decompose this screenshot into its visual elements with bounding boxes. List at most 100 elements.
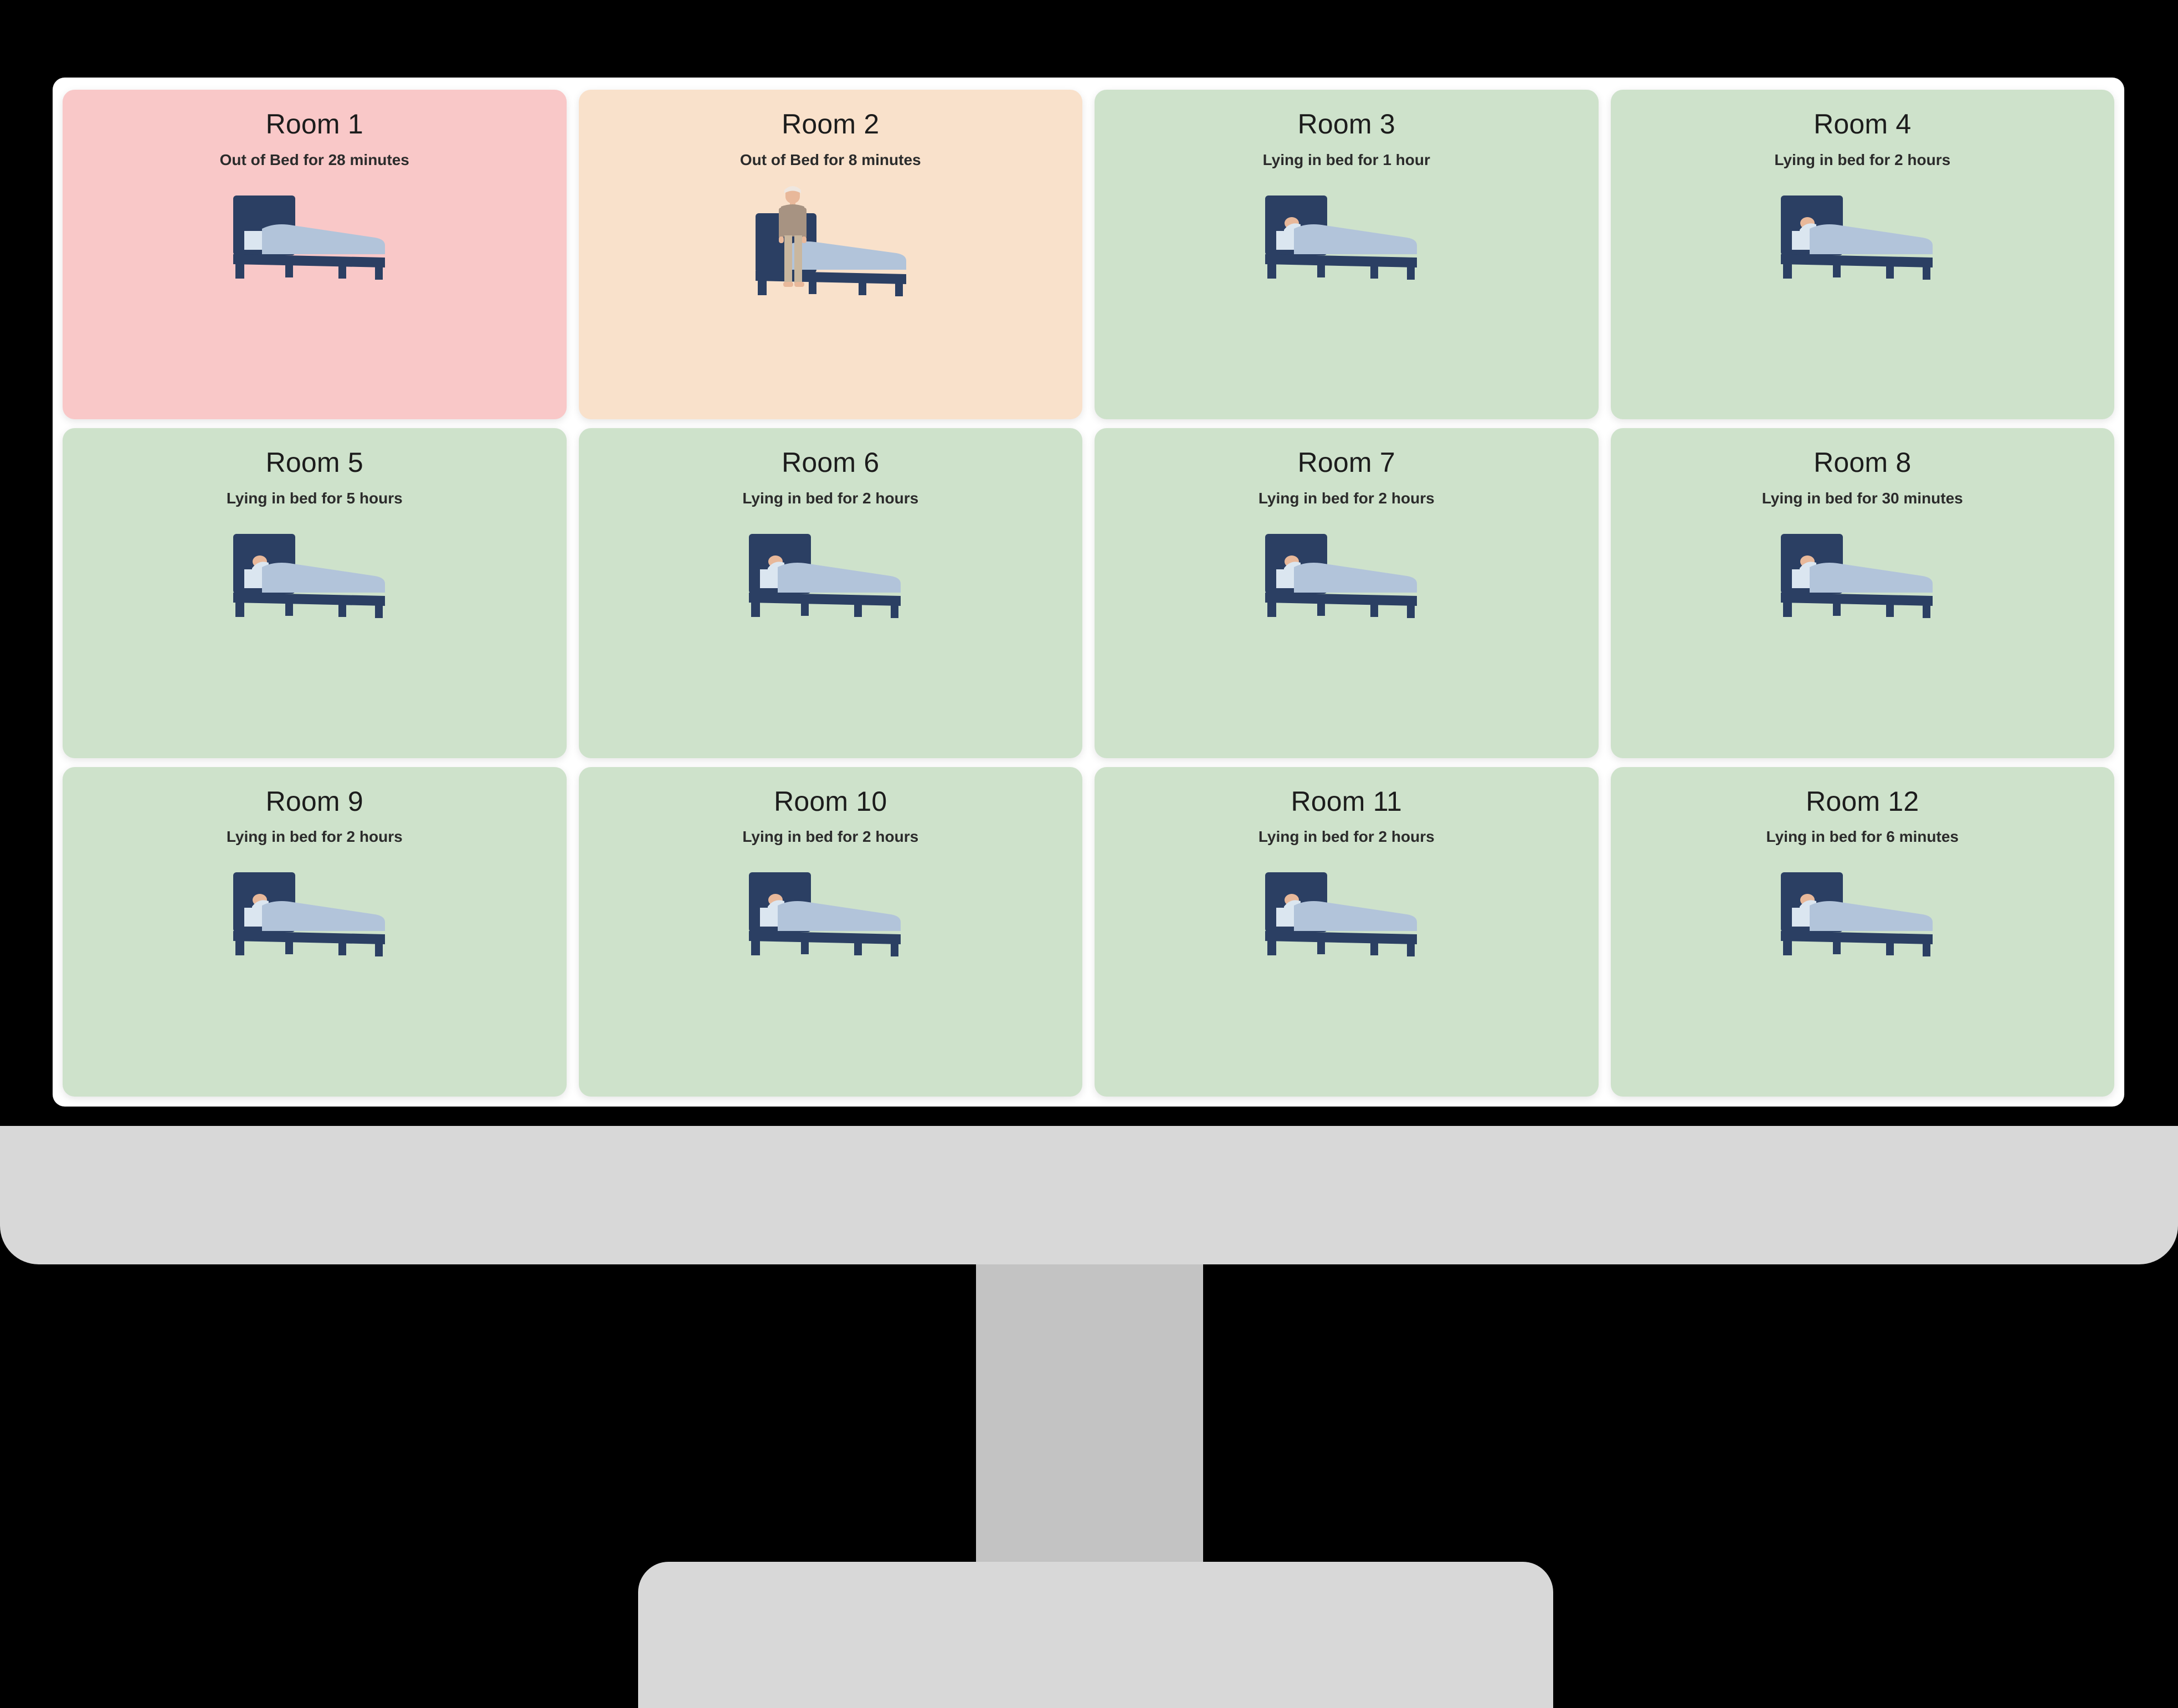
person-arm-left — [779, 207, 784, 239]
bed-leg — [1886, 600, 1894, 617]
room-title: Room 8 — [1814, 447, 1912, 479]
monitor-frame: Room 1 Out of Bed for 28 minutes Room 2 Ou… — [0, 0, 2178, 1708]
bed-rail — [749, 931, 901, 945]
room-title: Room 5 — [265, 447, 363, 479]
monitor-stand-neck — [976, 1264, 1203, 1566]
person-hand-right — [802, 236, 807, 243]
bed-leg — [1267, 592, 1276, 617]
bed-leg — [338, 600, 346, 617]
bed-leg — [1783, 254, 1792, 279]
room-title: Room 3 — [1297, 109, 1395, 140]
bed-leg — [801, 937, 809, 955]
bed-mattress — [787, 241, 907, 270]
bed-blanket — [1293, 224, 1417, 254]
room-card[interactable]: Room 1 Out of Bed for 28 minutes — [63, 90, 567, 420]
bed-leg — [1406, 940, 1415, 957]
empty-bed-icon-container — [223, 189, 406, 300]
bed-leg — [758, 270, 767, 295]
bed-leg — [1267, 931, 1276, 956]
occupied-bed-icon-container — [739, 527, 922, 638]
room-card[interactable]: Room 9 Lying in bed for 2 hours — [63, 766, 567, 1097]
bed-leg — [285, 937, 293, 955]
bed-blanket — [778, 901, 901, 932]
bed-rail — [1781, 931, 1933, 945]
bed-leg — [1370, 261, 1378, 279]
occupied-bed-icon — [1781, 872, 1933, 957]
room-card[interactable]: Room 8 Lying in bed for 30 minutes — [1610, 428, 2114, 758]
bed-leg — [285, 598, 293, 616]
bed-leg — [1783, 931, 1792, 956]
bed-leg — [1406, 601, 1415, 618]
room-title: Room 4 — [1814, 109, 1912, 140]
bed-leg — [1317, 259, 1325, 277]
room-card[interactable]: Room 10 Lying in bed for 2 hours — [578, 766, 1082, 1097]
dashboard-screen: Room 1 Out of Bed for 28 minutes Room 2 Ou… — [53, 78, 2124, 1107]
room-card[interactable]: Room 5 Lying in bed for 5 hours — [63, 428, 567, 758]
bed-blanket — [261, 224, 385, 254]
bed-blanket — [1810, 562, 1933, 593]
room-status-text: Lying in bed for 2 hours — [1258, 489, 1435, 507]
bed-blanket — [261, 562, 385, 593]
room-status-text: Lying in bed for 2 hours — [226, 828, 403, 846]
room-card[interactable]: Room 3 Lying in bed for 1 hour — [1095, 90, 1599, 420]
room-card[interactable]: Room 11 Lying in bed for 2 hours — [1095, 766, 1599, 1097]
occupied-bed-icon-container — [1771, 866, 1954, 976]
room-title: Room 11 — [1291, 785, 1403, 817]
bed-leg — [1370, 600, 1378, 617]
bed-rail — [233, 592, 385, 606]
bed-blanket — [778, 562, 901, 593]
bed-leg — [1923, 601, 1931, 618]
bed-rail — [756, 270, 907, 284]
occupied-bed-icon — [233, 872, 385, 957]
room-status-text: Lying in bed for 1 hour — [1262, 151, 1430, 168]
room-status-text: Lying in bed for 2 hours — [742, 489, 919, 507]
bed-leg — [338, 261, 346, 279]
room-title: Room 9 — [265, 785, 363, 817]
monitor-stand-base — [638, 1562, 1553, 1708]
room-card[interactable]: Room 2 Out of Bed for 8 minutes — [578, 90, 1082, 420]
bed-blanket — [1293, 562, 1417, 593]
bed-rail — [233, 254, 385, 267]
bed-leg — [235, 931, 244, 956]
bed-rail — [749, 592, 901, 606]
bed-leg — [891, 940, 899, 957]
occupied-bed-icon — [749, 872, 901, 957]
bed-leg — [338, 939, 346, 956]
occupied-bed-icon — [749, 533, 901, 618]
person-foot-left — [783, 281, 794, 287]
bed-leg — [1886, 939, 1894, 956]
room-title: Room 7 — [1297, 447, 1395, 479]
room-title: Room 10 — [774, 785, 887, 817]
occupied-bed-icon — [1781, 195, 1933, 280]
person-leg-right — [794, 235, 803, 283]
room-card[interactable]: Room 7 Lying in bed for 2 hours — [1095, 428, 1599, 758]
room-title: Room 12 — [1806, 785, 1919, 817]
bed-blanket — [1810, 901, 1933, 932]
room-status-text: Lying in bed for 30 minutes — [1761, 489, 1963, 507]
person-foot-right — [794, 281, 805, 287]
bed-leg — [1833, 259, 1841, 277]
bed-leg — [1406, 263, 1415, 280]
bed-leg — [1886, 261, 1894, 279]
empty-bed-icon — [233, 195, 385, 280]
bed-leg — [1370, 939, 1378, 956]
room-status-text: Lying in bed for 2 hours — [742, 828, 919, 846]
occupied-bed-icon-container — [1771, 527, 1954, 638]
room-status-text: Lying in bed for 2 hours — [1774, 151, 1951, 168]
occupied-bed-icon — [1781, 533, 1933, 618]
bed-leg — [1783, 592, 1792, 617]
occupied-bed-icon-container — [223, 866, 406, 976]
bed-leg — [891, 601, 899, 618]
monitor-chin — [0, 1126, 2178, 1264]
bed-leg — [895, 279, 903, 296]
room-card[interactable]: Room 4 Lying in bed for 2 hours — [1610, 90, 2114, 420]
bed-leg — [1317, 937, 1325, 955]
bed-rail — [1265, 592, 1417, 606]
room-card[interactable]: Room 12 Lying in bed for 6 minutes — [1610, 766, 2114, 1097]
room-title: Room 6 — [782, 447, 880, 479]
room-status-text: Lying in bed for 2 hours — [1258, 828, 1435, 846]
room-card[interactable]: Room 6 Lying in bed for 2 hours — [578, 428, 1082, 758]
bed-leg — [235, 254, 244, 279]
bed-leg — [1923, 940, 1931, 957]
bed-leg — [854, 939, 862, 956]
